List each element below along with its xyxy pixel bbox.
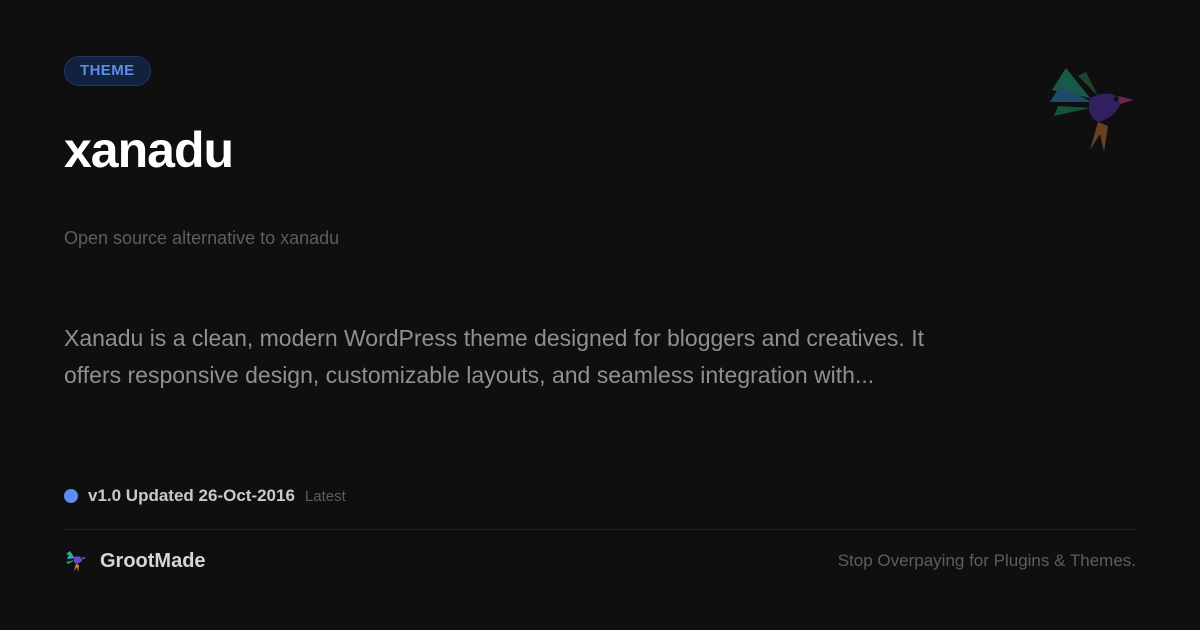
footer-divider	[64, 529, 1136, 530]
version-text: v1.0 Updated 26-Oct-2016	[88, 486, 295, 505]
product-title: xanadu	[64, 122, 234, 178]
latest-tag: Latest	[304, 487, 346, 505]
brand: GrootMade	[64, 546, 206, 576]
brand-name: GrootMade	[100, 549, 206, 572]
hummingbird-logo-icon	[64, 548, 88, 574]
hummingbird-logo-icon	[1048, 62, 1136, 154]
status-dot-icon	[64, 489, 78, 503]
tagline: Stop Overpaying for Plugins & Themes.	[837, 551, 1136, 570]
category-badge: THEME	[64, 56, 151, 86]
product-subtitle: Open source alternative to xanadu	[64, 228, 340, 248]
product-description: Xanadu is a clean, modern WordPress them…	[64, 325, 924, 388]
og-card: THEME xanadu Open source alternative to …	[0, 0, 1200, 630]
release-info: v1.0 Updated 26-Oct-2016 Latest	[64, 484, 346, 508]
category-badge-label: THEME	[80, 62, 135, 79]
